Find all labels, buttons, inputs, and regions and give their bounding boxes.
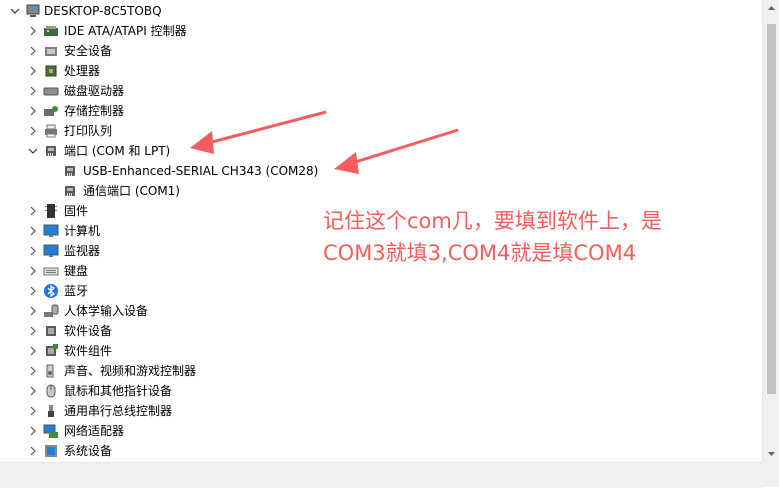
vertical-scrollbar[interactable] <box>762 0 779 462</box>
scroll-thumb[interactable] <box>767 24 776 394</box>
annotation-line-1: 记住这个com几，要填到软件上，是 <box>323 209 662 233</box>
arrow-to-port-category <box>190 110 327 154</box>
scrollbar-corner <box>762 462 779 487</box>
scroll-down-arrow-icon[interactable] <box>763 445 779 462</box>
horizontal-scrollbar[interactable] <box>0 462 762 488</box>
scroll-up-arrow-icon[interactable] <box>763 0 779 17</box>
annotation-line-2: COM3就填3,COM4就是填COM4 <box>323 241 637 265</box>
arrow-to-com-port <box>334 128 459 174</box>
annotation-text: 记住这个com几，要填到软件上，是 COM3就填3,COM4就是填COM4 <box>323 205 763 269</box>
